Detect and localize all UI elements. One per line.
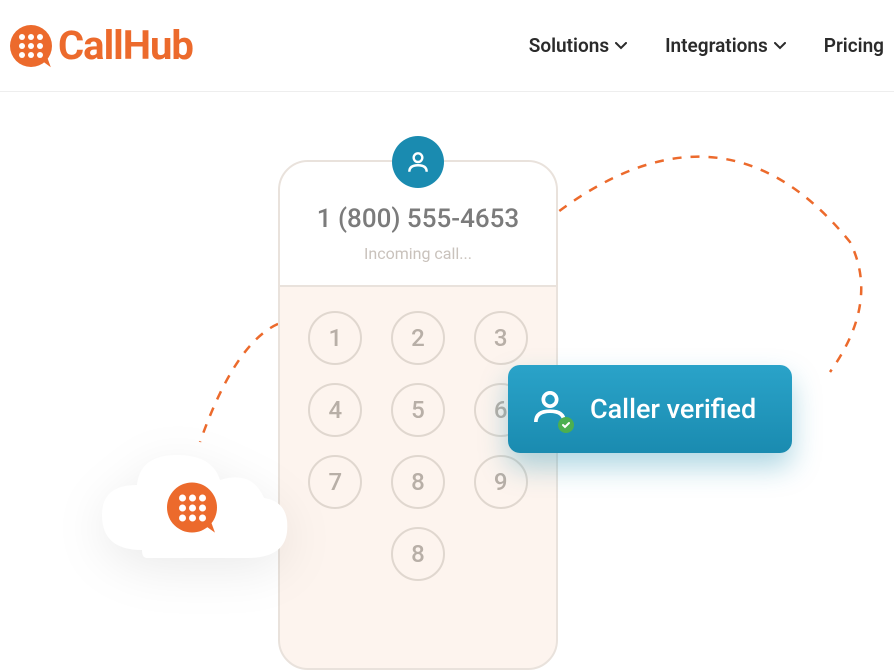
key-last[interactable]: 8 <box>391 527 445 581</box>
key-7[interactable]: 7 <box>308 455 362 509</box>
dialpad-bubble-icon <box>167 483 217 533</box>
nav-label: Pricing <box>824 34 884 57</box>
caller-verified-badge: Caller verified <box>508 365 792 453</box>
key-4[interactable]: 4 <box>308 383 362 437</box>
logo-text: CallHub <box>58 22 193 69</box>
checkmark-icon <box>558 417 574 433</box>
nav-label: Integrations <box>665 34 768 57</box>
phone-number: 1 (800) 555-4653 <box>280 204 556 234</box>
key-2[interactable]: 2 <box>391 311 445 365</box>
key-3[interactable]: 3 <box>474 311 528 365</box>
cloud-bubble <box>92 440 292 570</box>
logo[interactable]: CallHub <box>10 22 193 69</box>
header: CallHub Solutions Integrations Pricing <box>0 0 894 92</box>
call-status: Incoming call... <box>280 244 556 263</box>
key-1[interactable]: 1 <box>308 311 362 365</box>
key-9[interactable]: 9 <box>474 455 528 509</box>
chevron-down-icon <box>774 42 786 50</box>
nav-integrations[interactable]: Integrations <box>665 34 786 57</box>
nav-pricing[interactable]: Pricing <box>824 34 884 57</box>
person-verified-icon <box>530 387 570 431</box>
key-5[interactable]: 5 <box>391 383 445 437</box>
badge-label: Caller verified <box>590 393 756 425</box>
person-icon <box>392 136 444 188</box>
chevron-down-icon <box>615 42 627 50</box>
key-8[interactable]: 8 <box>391 455 445 509</box>
nav-label: Solutions <box>529 34 609 57</box>
dialpad-bubble-icon <box>10 25 52 67</box>
hero-area: 1 (800) 555-4653 Incoming call... 1 2 3 … <box>0 92 894 657</box>
main-nav: Solutions Integrations Pricing <box>529 34 884 57</box>
nav-solutions[interactable]: Solutions <box>529 34 627 57</box>
dashed-connector-right <box>540 122 894 382</box>
